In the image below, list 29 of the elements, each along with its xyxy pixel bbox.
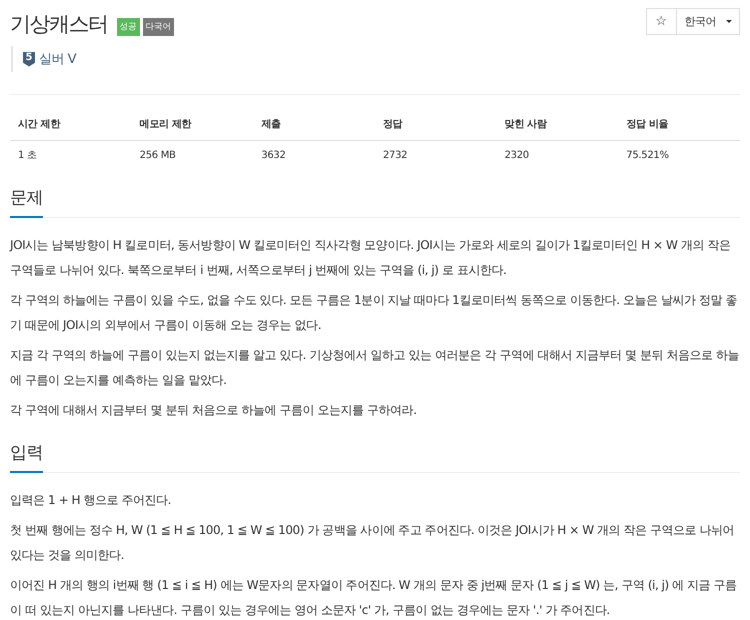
column-header: 제출 <box>253 111 375 140</box>
table-cell: 3632 <box>253 140 375 168</box>
caret-icon <box>726 20 732 23</box>
problem-title: 기상캐스터 <box>10 11 108 38</box>
language-dropdown[interactable]: 한국어 <box>676 8 740 35</box>
paragraph: 이어진 H 개의 행의 i번째 행 (1 ≦ i ≦ H) 에는 W문자의 문자열이 주어진다. W 개의 문자 중 j번째 문자 (1 ≦ j ≦ W) 는, 구역 (i, j) 에 지금 구름이 떠 있는지 아닌지를 나타낸다. 구름이 있는 경우에는 영어 소문자 'c' 가, 구름이 없는 경우에는 문자 '.' 가 주어진다. <box>10 577 738 619</box>
table-cell: 75.521% <box>618 140 740 168</box>
paragraph: 각 구역의 하늘에는 구름이 있을 수도, 없을 수도 있다. 모든 구름은 1분이 지날 때마다 1킬로미터씩 동쪽으로 이동한다. 오늘은 날씨가 정말 좋기 때문에 JOI시의 외부에서 구름이 이동해 오는 경우는 없다. <box>10 292 738 334</box>
table-cell: 1 초 <box>10 140 132 168</box>
paragraph: 첫 번째 행에는 정수 H, W (1 ≦ H ≦ 100, 1 ≦ W ≦ 100) 가 공백을 사이에 주고 주어진다. 이것은 JOI시가 H × W 개의 작은 구역으로 나뉘어 있다는 것을 의미한다. <box>10 522 736 564</box>
column-header: 메모리 제한 <box>132 111 254 140</box>
column-header: 정답 비율 <box>618 111 740 140</box>
tier-badge: 5 <box>23 52 35 66</box>
paragraph: 각 구역에 대해서 지금부터 몇 분뒤 처음으로 하늘에 구름이 오는지를 구하여라. <box>10 402 418 419</box>
paragraph: 지금 각 구역의 하늘에 구름이 있는지 없는지를 알고 있다. 기상청에서 일하고 있는 여러분은 각 구역에 대해서 지금부터 몇 분뒤 처음으로 하늘에 구름이 오는지를 예측하는 일을 맡았다. <box>10 347 740 389</box>
status-label: 다국어 <box>142 18 174 36</box>
table-cell: 2320 <box>496 140 618 168</box>
paragraph: 입력은 1 + H 행으로 주어진다. <box>10 492 172 509</box>
paragraph: JOI시는 남북방향이 H 킬로미터, 동서방향이 W 킬로미터인 직사각형 모양이다. JOI시는 가로와 세로의 길이가 1킬로미터인 H × W 개의 작은 구역들로 나뉘어 있다. 북쪽으로부터 i 번째, 서쪽으로부터 j 번째에 있는 구역을 (i, j) 로 표시한다. <box>10 237 732 279</box>
tier-link[interactable]: 실버 V <box>39 50 76 68</box>
status-label: 성공 <box>116 18 140 36</box>
table-cell: 256 MB <box>132 140 254 168</box>
favorite-button[interactable]: ☆ <box>646 8 676 35</box>
column-header: 맞힌 사람 <box>496 111 618 140</box>
section-heading: 입력 <box>10 431 43 473</box>
table-cell: 2732 <box>374 140 497 168</box>
column-header: 정답 <box>374 111 497 140</box>
section-heading: 문제 <box>10 176 43 218</box>
column-header: 시간 제한 <box>10 111 132 140</box>
